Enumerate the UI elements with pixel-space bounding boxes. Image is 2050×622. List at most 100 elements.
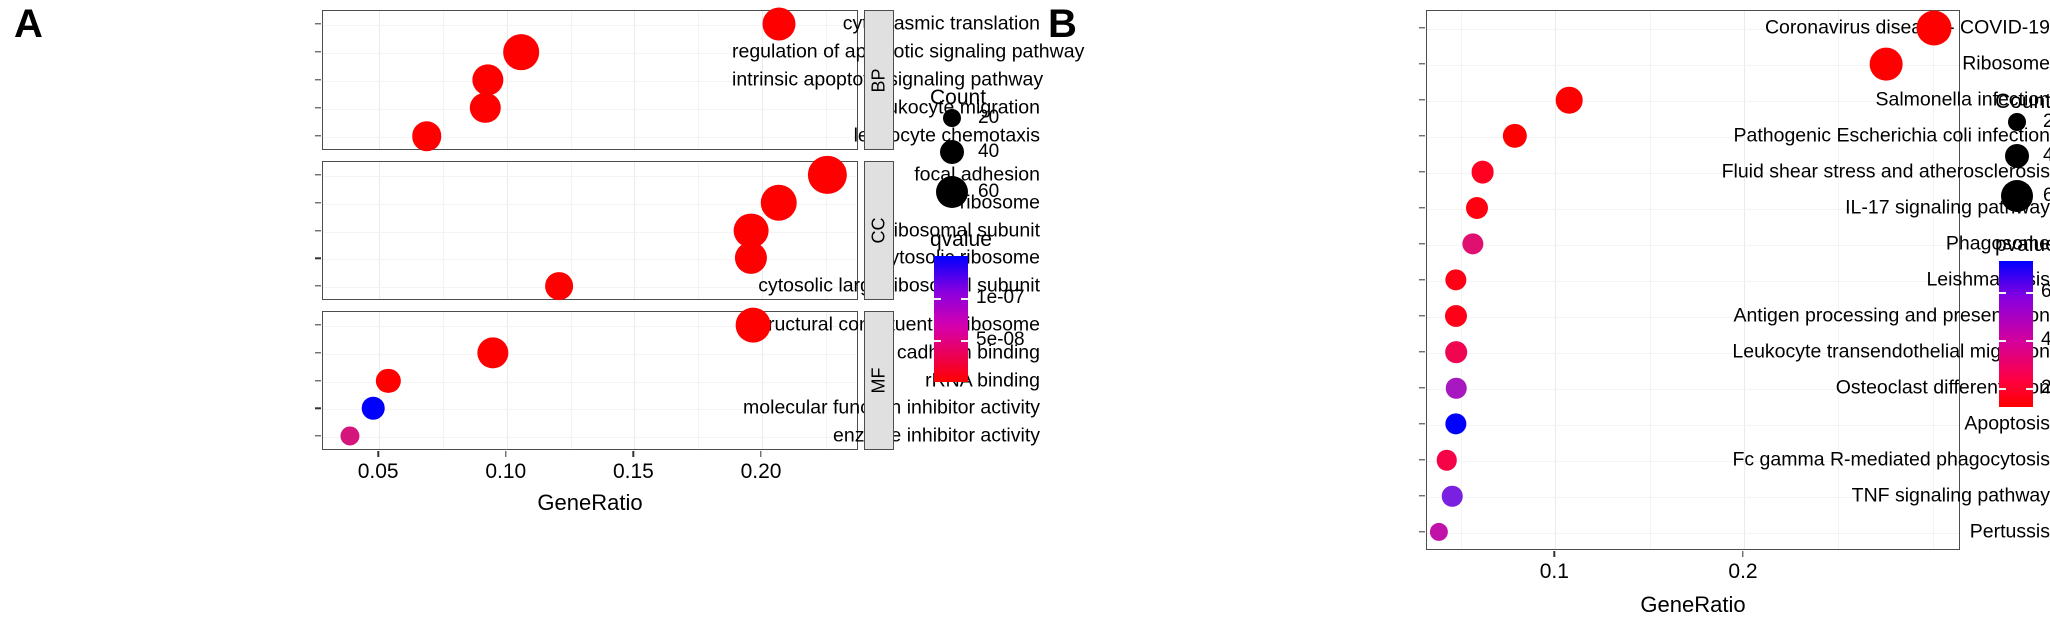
y-axis-tick	[1419, 99, 1425, 101]
facet-strip-label: CC	[868, 217, 889, 244]
gridline-vertical-minor	[698, 162, 700, 299]
qvalue-colorbar-tick	[961, 340, 968, 342]
y-axis-label: Antigen processing and presentation	[1733, 304, 2050, 327]
x-axis-tick-label: 0.15	[612, 460, 654, 483]
data-point	[1556, 86, 1583, 114]
gridline-vertical-minor	[442, 312, 444, 449]
gridline-vertical-minor	[442, 162, 444, 299]
data-point	[1870, 47, 1903, 81]
y-axis-tick	[315, 285, 321, 287]
gridline-vertical-minor	[1649, 11, 1651, 549]
y-axis-tick	[1419, 171, 1425, 173]
x-axis-tick-label: 0.2	[1728, 560, 1758, 583]
data-point	[361, 397, 385, 420]
qvalue-colorbar-tick	[934, 340, 941, 342]
data-point	[762, 7, 796, 41]
y-axis-tick	[1419, 135, 1425, 137]
y-axis-tick	[315, 79, 321, 81]
y-axis-tick	[1419, 207, 1425, 209]
pvalue-colorbar-tick	[1999, 388, 2006, 390]
facet-strip-label: MF	[868, 367, 889, 394]
y-axis-tick	[315, 135, 321, 137]
pvalue-colorbar-tick	[2026, 340, 2033, 342]
x-axis-tick	[377, 451, 379, 457]
data-point	[735, 307, 771, 343]
qvalue-legend-title: qvalue	[930, 228, 992, 251]
count-legend-dot	[2005, 144, 2029, 168]
gridline-vertical	[506, 312, 508, 449]
x-axis-title: GeneRatio	[537, 490, 643, 515]
y-axis-label: Coronavirus disease - COVID-19	[1764, 16, 2050, 39]
gridline-vertical-minor	[570, 11, 572, 149]
y-axis-tick	[1419, 459, 1425, 461]
panel-b-letter: B	[1048, 2, 1077, 46]
facet-strip-label: BP	[868, 67, 889, 93]
qvalue-colorbar	[934, 256, 968, 382]
data-point	[411, 121, 442, 151]
facet-strip-cc: CC	[864, 161, 894, 300]
qvalue-colorbar-tick	[961, 298, 968, 300]
count-legend-label: 40	[2043, 145, 2050, 166]
gridline-vertical-minor	[698, 11, 700, 149]
pvalue-colorbar-tick	[2026, 388, 2033, 390]
y-axis-tick	[1419, 27, 1425, 29]
qvalue-colorbar-label: 1e-07	[976, 287, 1025, 308]
gridline-vertical	[634, 11, 636, 149]
y-axis-label: IL-17 signaling pathway	[1845, 196, 2050, 219]
pvalue-colorbar-tick	[1999, 340, 2006, 342]
y-axis-tick	[315, 379, 321, 382]
y-axis-label: Osteoclast differentiation	[1835, 376, 2050, 399]
qvalue-colorbar-label: 5e-08	[976, 329, 1025, 350]
x-axis-tick	[1742, 551, 1744, 557]
y-axis-tick	[1419, 423, 1425, 425]
x-axis-tick-label: 0.20	[740, 460, 782, 483]
x-axis-tick-label: 0.10	[485, 460, 527, 483]
data-point	[760, 184, 798, 221]
gridline-vertical	[634, 162, 636, 299]
gridline-vertical	[506, 11, 508, 149]
count-legend-dot	[2001, 180, 2033, 212]
panel-a: A cytoplasmic translation regulation of a…	[0, 0, 1084, 622]
count-legend-dot	[2008, 113, 2026, 131]
y-axis-label: Pertussis	[1969, 520, 2050, 543]
x-axis-title: GeneRatio	[1640, 592, 1746, 617]
x-axis-tick	[1553, 551, 1555, 557]
gridline-vertical	[1555, 11, 1557, 549]
data-point	[545, 272, 574, 300]
data-point	[1465, 196, 1488, 220]
facet-strip-bp: BP	[864, 10, 894, 150]
y-axis-tick	[1419, 243, 1425, 245]
count-legend-label: 20	[978, 107, 1000, 128]
count-legend-dot	[940, 140, 964, 164]
y-axis-tick	[1419, 63, 1425, 65]
y-axis-label: Ribosome	[1962, 52, 2050, 75]
y-axis-label: Leukocyte transendothelial migration	[1732, 340, 2050, 363]
gridline-vertical	[379, 162, 381, 299]
count-legend-label: 20	[2043, 111, 2050, 132]
pvalue-colorbar-label: 4e-04	[2041, 329, 2050, 350]
y-axis-tick	[1419, 531, 1425, 533]
y-axis-tick	[315, 229, 321, 232]
y-axis-tick	[315, 51, 321, 53]
x-axis-tick	[505, 451, 507, 457]
data-point	[503, 34, 539, 70]
data-point	[1471, 160, 1494, 184]
y-axis-tick	[315, 324, 321, 326]
y-axis-tick	[315, 201, 321, 204]
y-axis-label: Pathogenic Escherichia coli infection	[1733, 124, 2050, 147]
y-axis-tick	[1419, 315, 1425, 317]
data-point	[1445, 341, 1468, 363]
y-axis-label: Apoptosis	[1964, 412, 2050, 435]
pvalue-colorbar-tick	[2026, 292, 2033, 294]
gridline-vertical-minor	[442, 11, 444, 149]
count-legend-dot	[943, 109, 961, 127]
count-legend-title: Count	[1995, 90, 2050, 113]
y-axis-tick	[315, 107, 321, 109]
x-axis-tick-label: 0.1	[1539, 560, 1569, 583]
y-axis-tick	[1419, 351, 1425, 353]
y-axis-label: Fluid shear stress and atherosclerosis	[1721, 160, 2050, 183]
y-axis-tick	[1419, 387, 1425, 389]
pvalue-colorbar-tick	[1999, 292, 2006, 294]
y-axis-tick	[1419, 279, 1425, 281]
x-axis-tick	[760, 451, 762, 457]
